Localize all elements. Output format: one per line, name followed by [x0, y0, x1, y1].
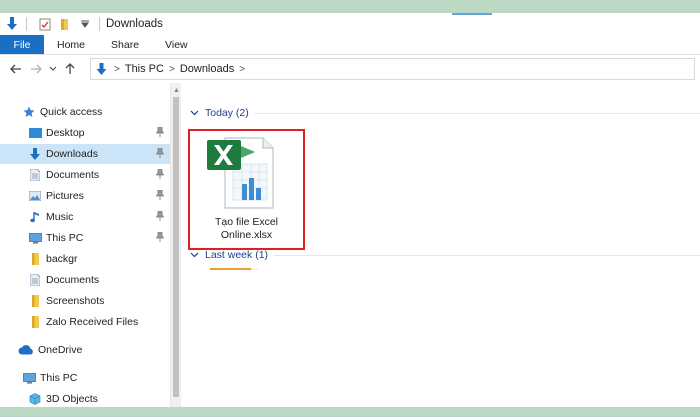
chevron-down-icon[interactable]	[190, 250, 199, 260]
group-label: Today (2)	[205, 107, 249, 119]
folder-icon	[28, 252, 42, 266]
explorer-window: Downloads File Home Share View > This PC…	[0, 13, 700, 407]
breadcrumb-separator-icon[interactable]: >	[169, 64, 175, 75]
group-header-last-week[interactable]: Last week (1)	[190, 246, 700, 264]
downloads-location-icon	[93, 61, 109, 77]
desktop-icon	[28, 126, 42, 140]
breadcrumb-separator-icon[interactable]: >	[239, 64, 245, 75]
breadcrumb-downloads[interactable]: Downloads	[180, 63, 234, 75]
computer-icon	[22, 371, 36, 385]
loading-progress-fill	[210, 268, 251, 270]
recent-locations-chevron-icon[interactable]	[46, 59, 60, 79]
excel-file-icon	[207, 134, 277, 215]
navigation-pane-scrollbar[interactable]: ▲	[170, 83, 181, 407]
tab-view[interactable]: View	[152, 35, 201, 54]
scroll-up-arrow-icon[interactable]: ▲	[173, 87, 180, 94]
navigation-bar: > This PC > Downloads >	[0, 55, 700, 83]
sidebar-item-this-pc[interactable]: This PC	[0, 368, 170, 388]
sidebar-item-label: Documents	[46, 274, 100, 286]
sidebar-item-onedrive[interactable]: OneDrive	[0, 340, 170, 360]
group-label: Last week (1)	[205, 249, 269, 261]
pin-icon[interactable]	[155, 168, 165, 182]
sidebar-item-pictures[interactable]: Pictures	[0, 186, 170, 206]
properties-icon[interactable]	[37, 16, 53, 32]
group-divider	[274, 254, 700, 256]
sidebar-item-label: 3D Objects	[46, 393, 98, 405]
file-list-area: Today (2) Tạo file Excel Online.xlsx Las…	[182, 83, 700, 407]
sidebar-item-label: Desktop	[46, 127, 85, 139]
navigation-pane: Quick access Desktop Downloads Documents	[0, 95, 170, 407]
sidebar-item-screenshots[interactable]: Screenshots	[0, 291, 170, 311]
tab-file[interactable]: File	[0, 35, 44, 54]
title-bar: Downloads	[0, 13, 700, 35]
forward-arrow-icon[interactable]	[26, 59, 46, 79]
folder-icon	[28, 315, 42, 329]
document-icon	[28, 273, 42, 287]
pin-icon[interactable]	[155, 147, 165, 161]
sidebar-item-documents[interactable]: Documents	[0, 165, 170, 185]
sidebar-item-label: This PC	[46, 232, 84, 244]
new-folder-icon[interactable]	[57, 16, 73, 32]
pin-icon[interactable]	[155, 189, 165, 203]
sidebar-item-label: Pictures	[46, 190, 84, 202]
music-note-icon	[28, 210, 42, 224]
star-icon	[22, 105, 36, 119]
sidebar-item-quick-access[interactable]: Quick access	[0, 102, 170, 122]
breadcrumb-this-pc[interactable]: This PC	[125, 63, 164, 75]
sidebar-item-label: Zalo Received Files	[46, 316, 139, 328]
download-arrow-icon[interactable]	[4, 16, 20, 32]
loading-progress-bar	[210, 268, 258, 270]
sidebar-item-label: Documents	[46, 169, 100, 181]
sidebar-item-label: Downloads	[46, 148, 98, 160]
sidebar-item-backgr[interactable]: backgr	[0, 249, 170, 269]
title-separator	[99, 17, 100, 31]
computer-icon	[28, 231, 42, 245]
title-separator	[26, 17, 27, 31]
title-accent-line	[452, 13, 492, 15]
sidebar-item-documents-folder[interactable]: Documents	[0, 270, 170, 290]
up-arrow-icon[interactable]	[60, 59, 80, 79]
sidebar-item-label: backgr	[46, 253, 78, 265]
cube-icon	[28, 392, 42, 406]
sidebar-item-label: OneDrive	[38, 344, 83, 356]
quick-access-dropdown-icon[interactable]	[77, 16, 93, 32]
sidebar-item-label: This PC	[40, 372, 78, 384]
download-arrow-icon	[28, 147, 42, 161]
sidebar-item-music[interactable]: Music	[0, 207, 170, 227]
window-title: Downloads	[106, 18, 163, 30]
chevron-down-icon[interactable]	[190, 108, 199, 118]
sidebar-item-zalo-received-files[interactable]: Zalo Received Files	[0, 312, 170, 332]
group-divider	[254, 112, 700, 114]
tab-home[interactable]: Home	[44, 35, 98, 54]
back-arrow-icon[interactable]	[6, 59, 26, 79]
sidebar-item-this-pc-pinned[interactable]: This PC	[0, 228, 170, 248]
ribbon-tabs: File Home Share View	[0, 35, 700, 55]
scrollbar-thumb[interactable]	[173, 97, 179, 397]
sidebar-item-label: Screenshots	[46, 295, 105, 307]
pictures-icon	[28, 189, 42, 203]
pin-icon[interactable]	[155, 210, 165, 224]
document-icon	[28, 168, 42, 182]
sidebar-item-desktop[interactable]: Desktop	[0, 123, 170, 143]
file-item-excel[interactable]: Tạo file Excel Online.xlsx	[188, 129, 305, 250]
sidebar-item-label: Music	[46, 211, 74, 223]
folder-icon	[28, 294, 42, 308]
group-header-today[interactable]: Today (2)	[190, 104, 700, 122]
sidebar-item-label: Quick access	[40, 106, 103, 118]
cloud-icon	[18, 343, 34, 357]
tab-share[interactable]: Share	[98, 35, 152, 54]
sidebar-item-downloads[interactable]: Downloads	[0, 144, 170, 164]
file-name: Tạo file Excel Online.xlsx	[214, 216, 279, 241]
address-bar[interactable]: > This PC > Downloads >	[90, 58, 695, 80]
breadcrumb-separator-icon[interactable]: >	[114, 64, 120, 75]
sidebar-item-3d-objects[interactable]: 3D Objects	[0, 389, 170, 407]
pin-icon[interactable]	[155, 231, 165, 245]
pin-icon[interactable]	[155, 126, 165, 140]
